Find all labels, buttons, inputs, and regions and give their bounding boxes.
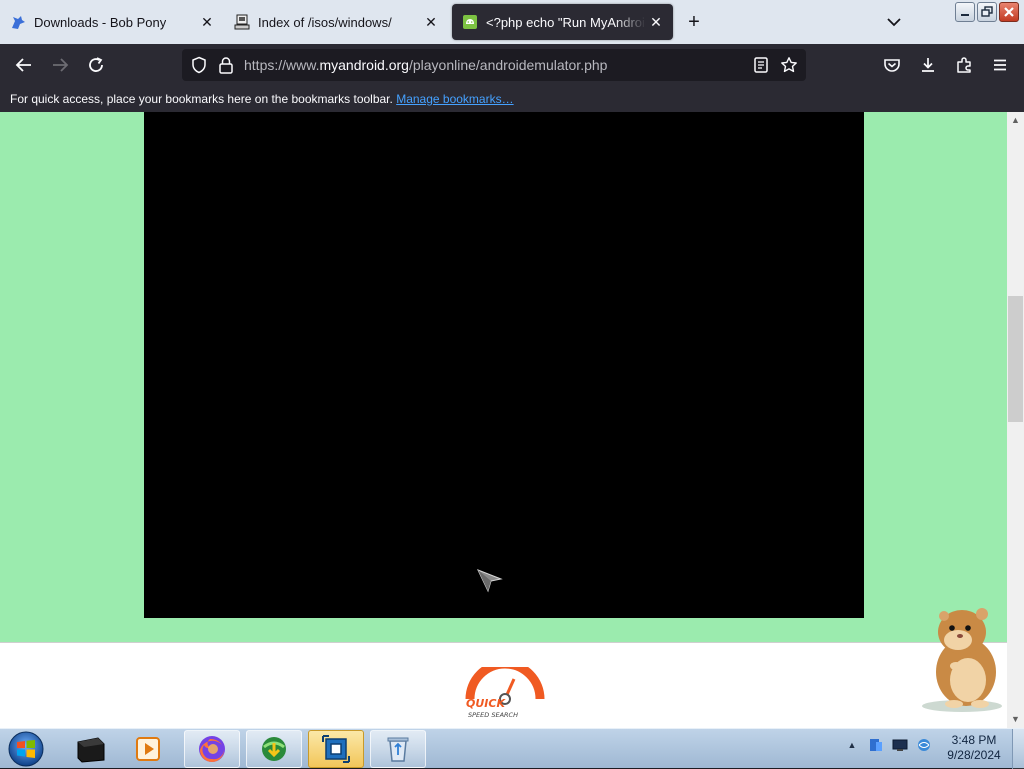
chevron-down-icon: [887, 18, 901, 27]
display-icon[interactable]: [892, 737, 908, 753]
tab-title: Index of /isos/windows/: [258, 14, 392, 30]
quick-speed-search-logo[interactable]: QUICK SPEED SEARCH: [462, 667, 548, 719]
tab-run-myandroid[interactable]: <?php echo "Run MyAndroid"; ?> ✕: [452, 4, 673, 40]
clock-time: 3:48 PM: [951, 733, 997, 747]
window-controls: [955, 2, 1019, 22]
taskbar-virtualbox[interactable]: [308, 730, 364, 768]
application-menu-button[interactable]: [988, 53, 1012, 77]
tracking-protection-shield-icon[interactable]: [190, 56, 208, 79]
logo-text-speed-search: SPEED SEARCH: [468, 711, 518, 719]
reload-icon: [89, 57, 103, 72]
show-desktop-button[interactable]: [1012, 729, 1024, 769]
pocket-button[interactable]: [880, 53, 904, 77]
bob-pony-favicon: [10, 14, 26, 30]
firefox-icon: [199, 736, 225, 762]
windows-taskbar: ▲ 3:48 PM 9/28/2024: [0, 728, 1024, 769]
scroll-up-arrow-icon[interactable]: ▲: [1007, 112, 1024, 129]
notification-area: ▲: [844, 737, 932, 753]
scrollbar-thumb[interactable]: [1008, 296, 1023, 422]
android-favicon: [462, 14, 478, 30]
start-button-windows-orb-icon[interactable]: [6, 730, 46, 768]
arrow-right-icon: [53, 58, 69, 72]
new-tab-button[interactable]: +: [684, 12, 704, 32]
android-emulator-screen[interactable]: [144, 112, 864, 618]
taskbar-media-player[interactable]: [120, 730, 176, 768]
network-icon[interactable]: [916, 737, 932, 753]
address-bar[interactable]: https://www.myandroid.org/playonline/and…: [182, 49, 806, 81]
taskbar-firefox[interactable]: [184, 730, 240, 768]
taskbar-download-manager[interactable]: [246, 730, 302, 768]
manage-bookmarks-link[interactable]: Manage bookmarks…: [396, 92, 513, 106]
lock-icon[interactable]: [218, 56, 234, 79]
show-hidden-icons-chevron-icon[interactable]: ▲: [844, 737, 860, 753]
tab-downloads-bob-pony[interactable]: Downloads - Bob Pony ✕: [0, 4, 224, 40]
restore-icon: [981, 6, 993, 17]
hamster-mascot-image: [922, 608, 1002, 712]
logo-text-quick: QUICK: [466, 697, 506, 710]
mouse-pointer-icon: [477, 569, 503, 593]
bookmark-star-icon[interactable]: [780, 56, 798, 79]
close-tab-icon[interactable]: ✕: [647, 13, 665, 31]
url-path: /playonline/androidemulator.php: [408, 57, 608, 73]
url-prefix: https://www.: [244, 57, 320, 73]
taskbar-recycle-tool[interactable]: [370, 730, 426, 768]
bookmarks-toolbar: For quick access, place your bookmarks h…: [0, 86, 1024, 112]
tab-index-isos-windows[interactable]: Index of /isos/windows/ ✕: [224, 4, 448, 40]
hamburger-menu-icon: [994, 59, 1006, 71]
tab-title: <?php echo "Run MyAndroid"; ?>: [486, 14, 646, 30]
restore-button[interactable]: [977, 2, 997, 22]
url-domain: myandroid.org: [319, 57, 409, 73]
taskbar-terminal[interactable]: [62, 730, 118, 768]
reader-view-icon[interactable]: [752, 56, 770, 79]
close-icon: [1004, 7, 1014, 17]
pocket-icon: [884, 59, 900, 72]
close-tab-icon[interactable]: ✕: [198, 13, 216, 31]
close-window-button[interactable]: [999, 2, 1019, 22]
clock-date: 9/28/2024: [947, 748, 1001, 762]
arrow-left-icon: [15, 58, 31, 72]
extensions-button[interactable]: [952, 53, 976, 77]
recycle-tool-icon: [387, 737, 409, 762]
back-button[interactable]: [12, 53, 36, 77]
media-player-icon: [136, 737, 160, 761]
close-tab-icon[interactable]: ✕: [422, 13, 440, 31]
minimize-button[interactable]: [955, 2, 975, 22]
tab-strip: Downloads - Bob Pony ✕ Index of /isos/wi…: [0, 0, 1024, 44]
downloads-button[interactable]: [916, 53, 940, 77]
system-clock[interactable]: 3:48 PM 9/28/2024: [940, 733, 1008, 763]
puzzle-piece-icon: [957, 57, 971, 73]
terminal-icon: [77, 737, 105, 763]
scroll-down-arrow-icon[interactable]: ▼: [1007, 711, 1024, 728]
navigation-toolbar: https://www.myandroid.org/playonline/and…: [0, 44, 1024, 86]
network-monitor-icon[interactable]: [868, 737, 884, 753]
download-manager-icon: [262, 737, 286, 761]
reload-button[interactable]: [84, 53, 108, 77]
virtualbox-icon: [322, 735, 350, 763]
page-scrollbar[interactable]: ▲ ▼: [1007, 112, 1024, 728]
url-text[interactable]: https://www.myandroid.org/playonline/and…: [244, 57, 607, 73]
page-content: QUICK SPEED SEARCH: [0, 112, 1007, 728]
bookmarks-toolbar-message: For quick access, place your bookmarks h…: [10, 92, 393, 106]
download-icon: [922, 58, 934, 72]
server-favicon: [234, 14, 250, 30]
tab-title: Downloads - Bob Pony: [34, 14, 167, 30]
minimize-icon: [961, 14, 969, 16]
forward-button[interactable]: [48, 53, 72, 77]
list-all-tabs-button[interactable]: [884, 12, 904, 32]
